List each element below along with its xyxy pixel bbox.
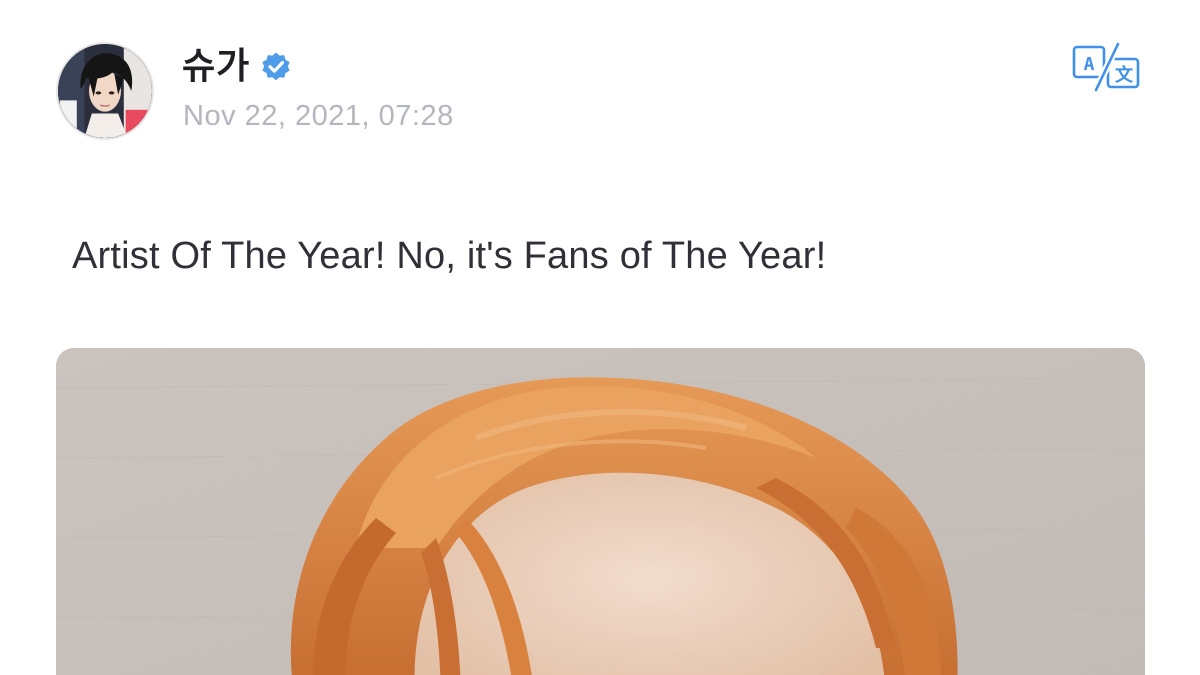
post-photo[interactable] [56, 348, 1145, 675]
translate-icon: A 文 [1072, 42, 1140, 92]
svg-text:文: 文 [1115, 64, 1134, 86]
author-name[interactable]: 슈가 [182, 44, 250, 90]
post-text: Artist Of The Year! No, it's Fans of The… [72, 235, 827, 277]
photo-image [56, 348, 1145, 675]
translate-button[interactable]: A 文 [1070, 42, 1142, 92]
verified-badge-icon [260, 51, 292, 83]
avatar-image [58, 44, 152, 138]
post-card: 슈가 Nov 22, 2021, 07:28 A 文 Artist Of The… [0, 0, 1200, 675]
author-avatar[interactable] [56, 42, 154, 140]
author-header: 슈가 [182, 44, 292, 90]
post-timestamp: Nov 22, 2021, 07:28 [183, 100, 454, 132]
svg-text:A: A [1084, 54, 1095, 75]
